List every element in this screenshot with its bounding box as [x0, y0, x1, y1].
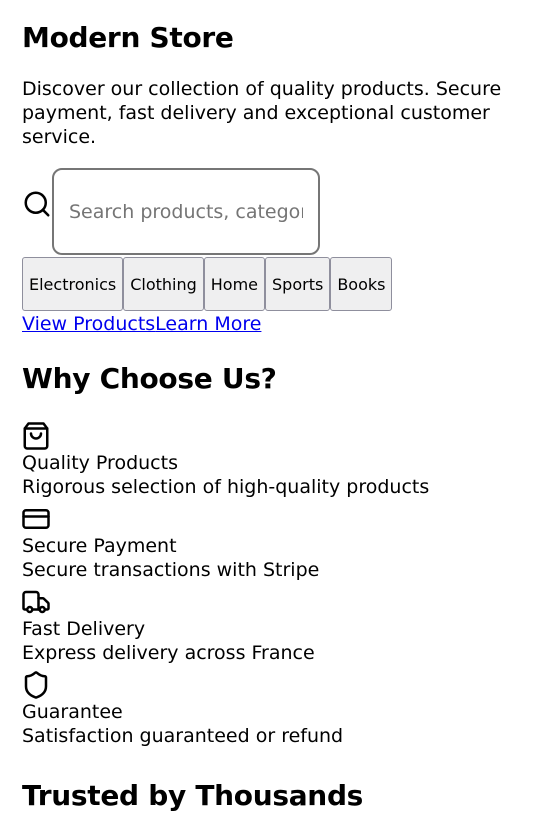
- category-button-home[interactable]: Home: [203, 257, 266, 311]
- feature-item: Guarantee Satisfaction guaranteed or ref…: [22, 670, 517, 753]
- feature-list: Quality Products Rigorous selection of h…: [22, 421, 517, 753]
- feature-description: Satisfaction guaranteed or refund: [22, 725, 344, 747]
- feature-description: Rigorous selection of high-quality produ…: [22, 476, 430, 498]
- category-button-sports[interactable]: Sports: [265, 257, 331, 311]
- feature-item: Fast Delivery Express delivery across Fr…: [22, 587, 517, 670]
- page-title: Modern Store: [22, 21, 234, 54]
- feature-title: Secure Payment: [22, 535, 177, 557]
- shopping-bag-icon: [23, 422, 49, 450]
- view-products-link[interactable]: View Products: [22, 313, 155, 335]
- feature-title: Quality Products: [22, 452, 178, 474]
- feature-item: Secure Payment Secure transactions with …: [22, 504, 517, 587]
- credit-card-icon: [22, 509, 50, 529]
- feature-title: Guarantee: [22, 701, 123, 723]
- why-choose-us-heading: Why Choose Us?: [22, 362, 277, 395]
- search-input[interactable]: [52, 168, 320, 255]
- intro-text: Discover our collection of quality produ…: [22, 78, 502, 148]
- cta-links: View ProductsLearn More: [22, 312, 261, 336]
- shield-icon: [24, 671, 48, 699]
- search-icon: [24, 191, 50, 217]
- search-bar: [22, 168, 320, 255]
- trusted-heading: Trusted by Thousands: [22, 779, 364, 812]
- feature-title: Fast Delivery: [22, 618, 146, 640]
- category-button-electronics[interactable]: Electronics: [22, 257, 124, 311]
- learn-more-link[interactable]: Learn More: [155, 313, 261, 335]
- truck-icon: [22, 590, 50, 614]
- category-button-clothing[interactable]: Clothing: [123, 257, 204, 311]
- category-button-books[interactable]: Books: [330, 257, 393, 311]
- feature-description: Express delivery across France: [22, 642, 315, 664]
- feature-description: Secure transactions with Stripe: [22, 559, 320, 581]
- category-filter: Electronics Clothing Home Sports Books: [22, 257, 393, 311]
- store-page: Modern Store Discover our collection of …: [0, 0, 537, 833]
- feature-item: Quality Products Rigorous selection of h…: [22, 421, 517, 504]
